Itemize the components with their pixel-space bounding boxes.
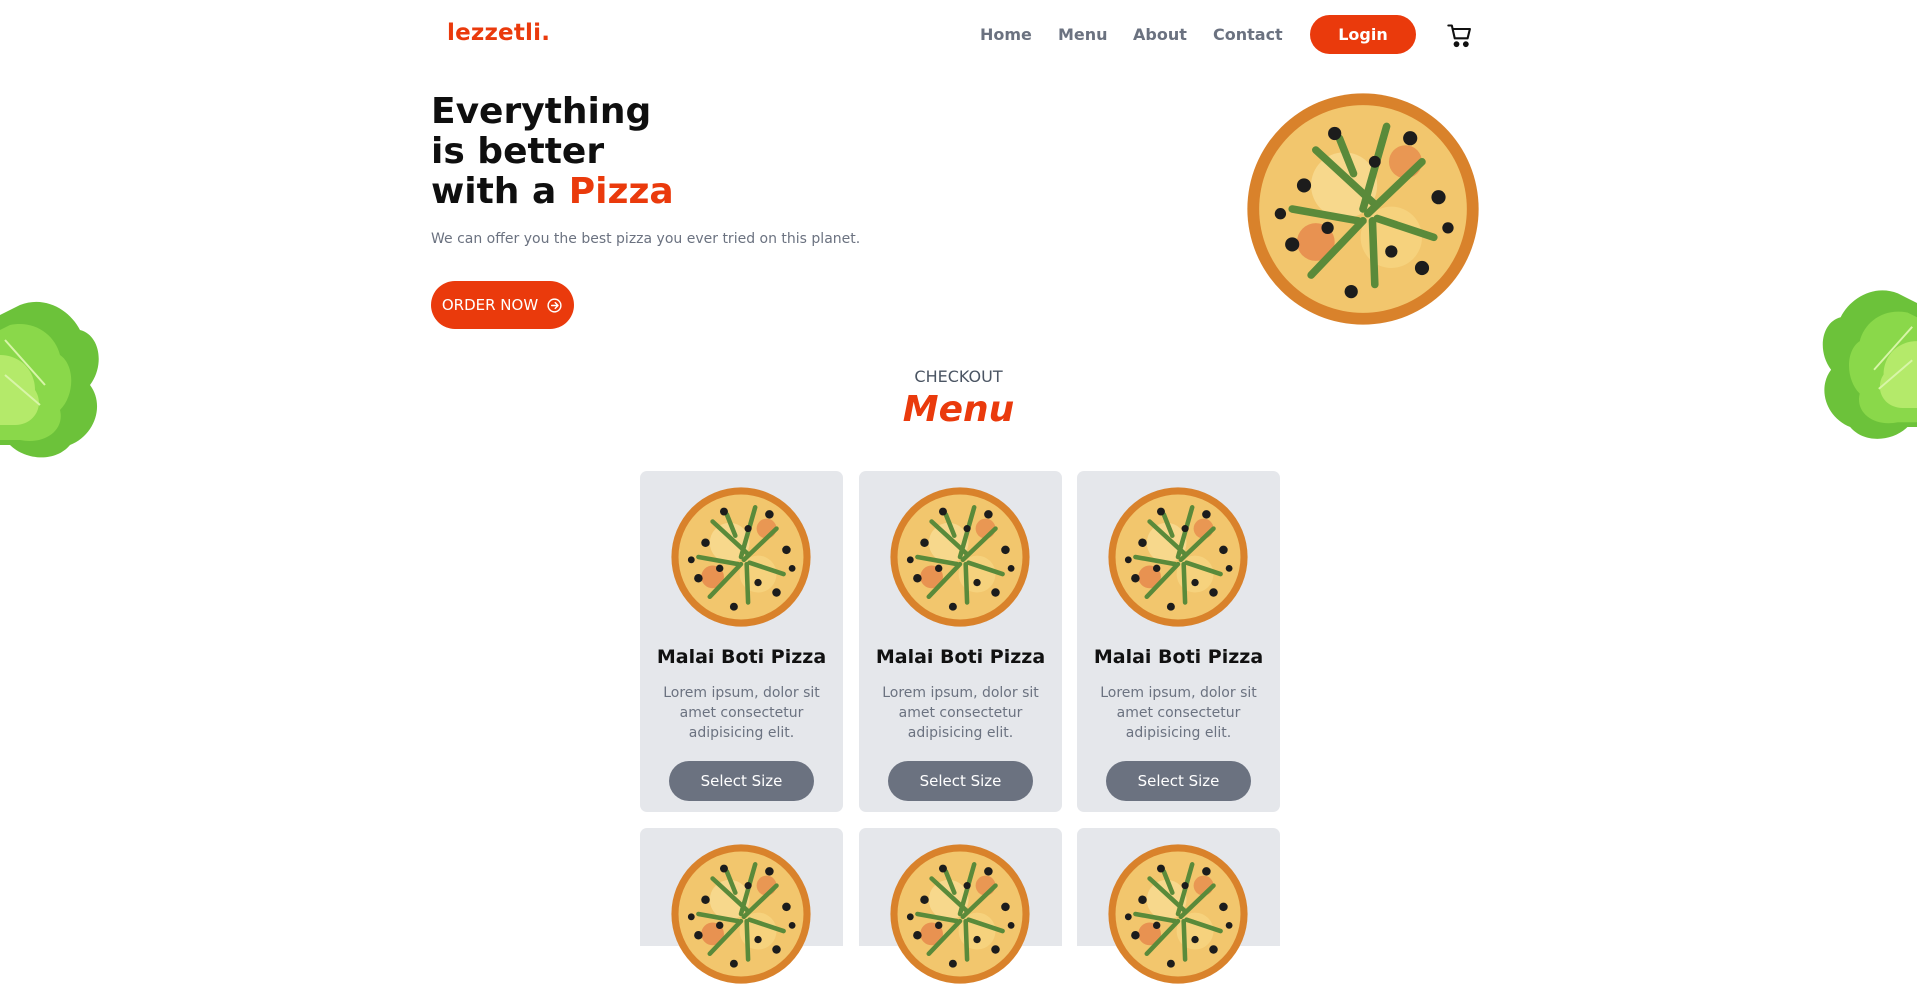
menu-title: Menu — [902, 389, 1015, 430]
nav-home[interactable]: Home — [980, 25, 1032, 44]
arrow-circle-right-icon — [547, 297, 562, 313]
menu-card — [1077, 828, 1280, 946]
cart-icon[interactable] — [1446, 22, 1474, 50]
hero-pizza-image — [1245, 91, 1481, 327]
order-now-label: ORDER NOW — [441, 296, 539, 314]
hero-title-line1: Everything — [431, 91, 652, 132]
menu-card: Malai Boti Pizza Lorem ipsum, dolor sit … — [1077, 471, 1280, 812]
pizza-image — [889, 486, 1031, 628]
pizza-image — [889, 843, 1031, 985]
nav-menu[interactable]: Menu — [1058, 25, 1108, 44]
hero-title: Everything is better with a Pizza — [431, 92, 674, 212]
hero-title-accent: Pizza — [568, 171, 674, 212]
menu-card — [640, 828, 843, 946]
pizza-image — [670, 486, 812, 628]
pizza-description: Lorem ipsum, dolor sit amet consectetur … — [663, 685, 820, 741]
section-eyebrow: CHECKOUT — [914, 367, 1003, 386]
pizza-description: Lorem ipsum, dolor sit amet consectetur … — [1100, 685, 1257, 741]
hero-title-line2: is better — [431, 131, 605, 172]
pizza-image — [1107, 843, 1249, 985]
hero-subtitle: We can offer you the best pizza you ever… — [431, 231, 861, 247]
login-button[interactable]: Login — [1310, 15, 1416, 54]
pizza-description: Lorem ipsum, dolor sit amet consectetur … — [882, 685, 1039, 741]
select-size-button[interactable]: Select Size — [669, 761, 814, 801]
select-size-button[interactable]: Select Size — [1106, 761, 1251, 801]
nav-about[interactable]: About — [1133, 25, 1187, 44]
select-size-button[interactable]: Select Size — [888, 761, 1033, 801]
menu-card — [859, 828, 1062, 946]
menu-card: Malai Boti Pizza Lorem ipsum, dolor sit … — [640, 471, 843, 812]
pizza-name: Malai Boti Pizza — [875, 646, 1046, 668]
order-now-button[interactable]: ORDER NOW — [431, 281, 574, 329]
menu-card: Malai Boti Pizza Lorem ipsum, dolor sit … — [859, 471, 1062, 812]
pizza-name: Malai Boti Pizza — [1093, 646, 1264, 668]
hero-title-prefix: with a — [431, 171, 569, 212]
pizza-image — [1107, 486, 1249, 628]
hero-title-line3: with a Pizza — [431, 172, 674, 212]
nav-contact[interactable]: Contact — [1213, 25, 1283, 44]
pizza-image — [670, 843, 812, 985]
brand-logo[interactable]: lezzetli. — [447, 20, 550, 46]
pizza-name: Malai Boti Pizza — [656, 646, 827, 668]
